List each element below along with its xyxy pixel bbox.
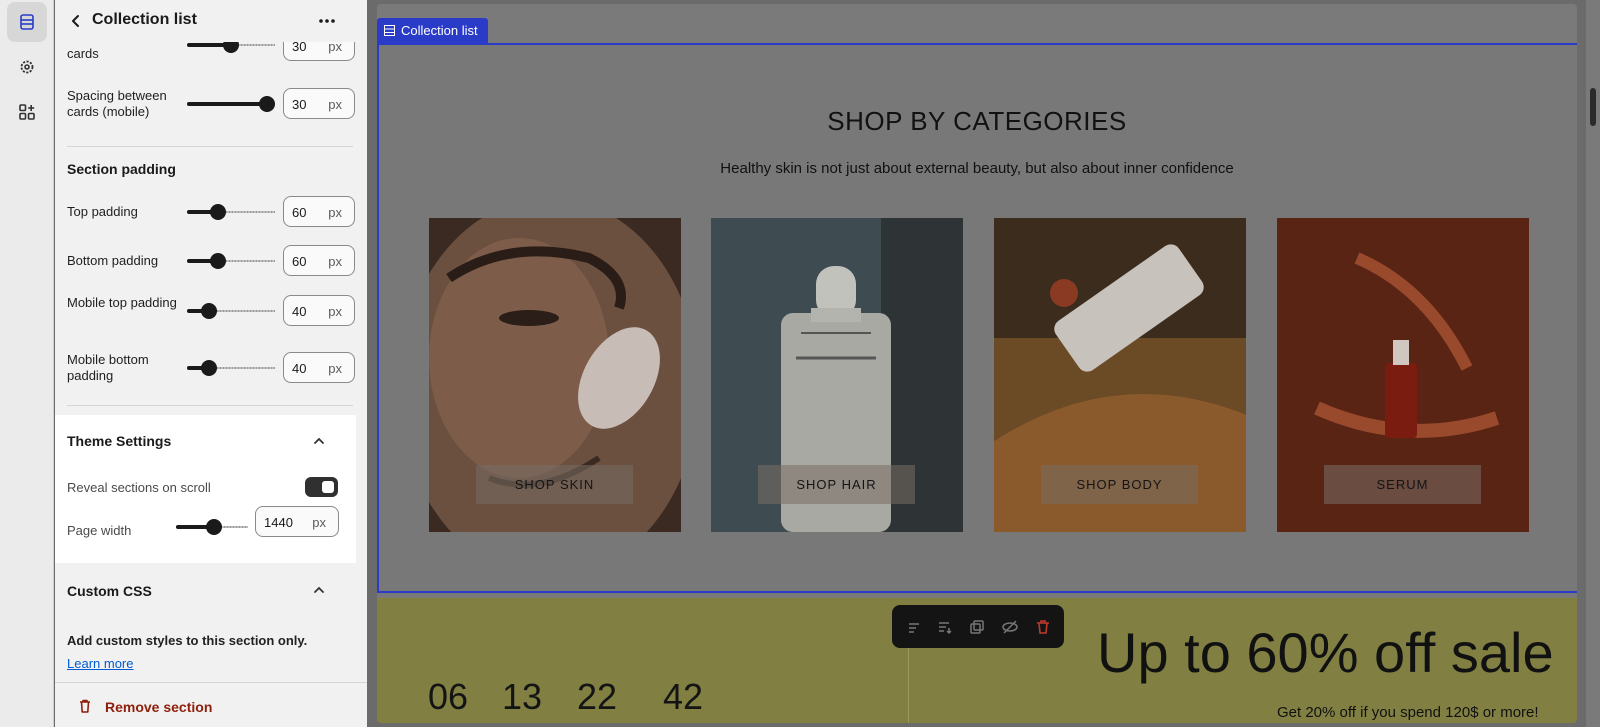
collection-card[interactable]: SERUM — [1277, 218, 1529, 532]
preview-frame: Collection list SHOP BY CATEGORIES Healt… — [377, 4, 1577, 723]
hide-icon[interactable] — [1001, 618, 1019, 636]
chevron-up-icon[interactable] — [312, 583, 326, 597]
countdown-minutes: 22 — [577, 676, 618, 717]
divider — [908, 646, 909, 723]
theme-settings-card: Theme Settings Reveal sections on scroll… — [55, 415, 356, 563]
page-width-input[interactable]: 1440 px — [255, 506, 339, 537]
more-options-icon[interactable] — [317, 12, 337, 30]
move-up-icon[interactable] — [905, 618, 923, 636]
padding-input[interactable]: 60 px — [283, 245, 355, 276]
section-toolbar — [892, 605, 1064, 648]
spacing-mobile-label: Spacing between cards (mobile) — [67, 88, 167, 119]
collection-subtitle: Healthy skin is not just about external … — [720, 160, 1234, 177]
countdown-hours: 13 — [502, 676, 543, 717]
grid-icon — [384, 25, 395, 36]
padding-slider[interactable] — [187, 203, 275, 221]
preview-scrollbar[interactable] — [1586, 0, 1600, 727]
theme-settings-title[interactable]: Theme Settings — [67, 433, 171, 449]
reveal-label: Reveal sections on scroll — [67, 480, 211, 495]
preview-scroll-thumb[interactable] — [1590, 88, 1596, 126]
divider — [67, 146, 353, 147]
selection-tag-label: Collection list — [401, 23, 478, 38]
padding-slider[interactable] — [187, 252, 275, 270]
card-button[interactable]: SHOP HAIR — [758, 465, 915, 504]
spacing-cards-label: cards — [67, 46, 99, 61]
collection-card[interactable]: SHOP SKIN — [429, 218, 681, 532]
duplicate-icon[interactable] — [968, 618, 986, 636]
padding-input[interactable]: 60 px — [283, 196, 355, 227]
app-rail — [0, 0, 54, 727]
padding-row: Mobile bottom padding 40 px — [67, 352, 355, 386]
section-padding-title: Section padding — [67, 161, 176, 177]
trash-icon — [80, 699, 90, 713]
padding-input[interactable]: 40 px — [283, 295, 355, 326]
padding-label: Mobile top padding — [67, 295, 177, 310]
spacing-mobile-input[interactable]: 30 px — [283, 88, 355, 119]
panel-header: Collection list — [55, 0, 367, 42]
reveal-toggle[interactable] — [305, 477, 338, 497]
padding-slider[interactable] — [187, 359, 275, 377]
padding-label: Top padding — [67, 204, 138, 219]
padding-row: Top padding 60 px — [67, 196, 355, 230]
page-width-label: Page width — [67, 523, 132, 538]
divider — [67, 405, 353, 406]
card-button[interactable]: SHOP BODY — [1041, 465, 1198, 504]
collection-card[interactable]: SHOP BODY — [994, 218, 1246, 532]
selection-tag[interactable]: Collection list — [377, 18, 488, 43]
remove-section-button[interactable]: Remove section — [105, 699, 212, 715]
delete-icon[interactable] — [1034, 618, 1052, 636]
custom-css-description: Add custom styles to this section only. — [67, 633, 308, 648]
collection-title: SHOP BY CATEGORIES — [827, 106, 1127, 136]
padding-row: Bottom padding 60 px — [67, 245, 355, 279]
padding-input[interactable]: 40 px — [283, 352, 355, 383]
back-arrow-icon[interactable] — [67, 12, 85, 30]
settings-panel: Collection list cards 30 px Spacing betw… — [55, 0, 367, 727]
padding-label: Bottom padding — [67, 253, 159, 268]
padding-label: Mobile bottom padding — [67, 352, 149, 383]
spacing-mobile-row: Spacing between cards (mobile) 30 px — [67, 88, 355, 122]
custom-css-title[interactable]: Custom CSS — [67, 583, 152, 599]
card-button[interactable]: SERUM — [1324, 465, 1481, 504]
settings-icon[interactable] — [7, 47, 47, 87]
spacing-mobile-slider[interactable] — [187, 95, 275, 113]
move-down-icon[interactable] — [935, 618, 953, 636]
panel-title: Collection list — [92, 11, 197, 28]
sections-icon[interactable] — [7, 2, 47, 42]
learn-more-link[interactable]: Learn more — [67, 656, 133, 671]
card-button[interactable]: SHOP SKIN — [476, 465, 633, 504]
padding-row: Mobile top padding 40 px — [67, 295, 355, 329]
countdown-seconds: 42 — [663, 676, 704, 717]
sale-subtitle: Get 20% off if you spend 120$ or more! — [1277, 704, 1539, 721]
collection-card[interactable]: SHOP HAIR — [711, 218, 963, 532]
padding-slider[interactable] — [187, 302, 275, 320]
sale-title: Up to 60% off sale — [1097, 621, 1554, 684]
countdown-days: 06 — [428, 676, 469, 717]
chevron-up-icon[interactable] — [312, 434, 326, 448]
remove-section-bar: Remove section — [55, 682, 367, 727]
apps-icon[interactable] — [7, 92, 47, 132]
page-width-slider[interactable] — [176, 518, 248, 536]
